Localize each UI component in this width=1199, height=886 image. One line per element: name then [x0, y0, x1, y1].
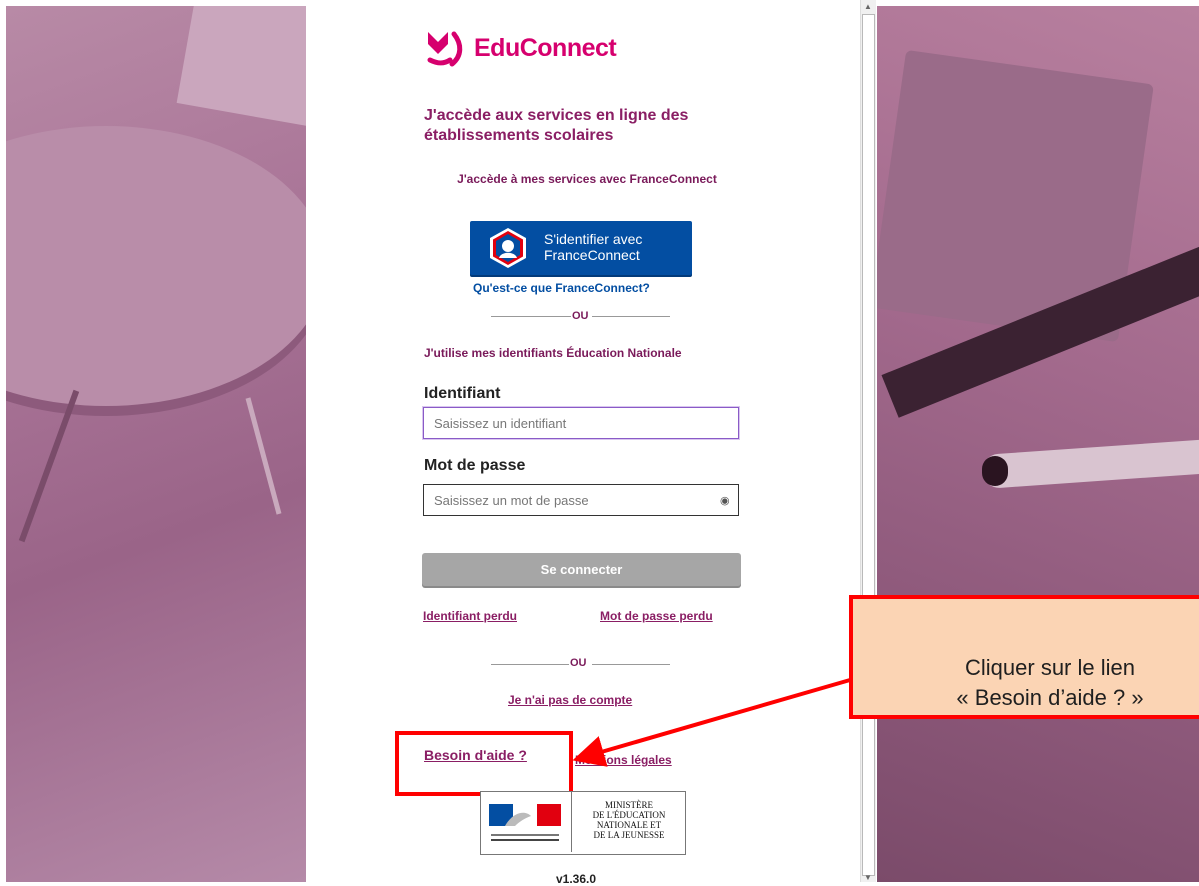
franceconnect-help-link[interactable]: Qu'est-ce que FranceConnect?	[473, 281, 650, 295]
background-table	[6, 126, 306, 406]
ministry-name: MINISTÈRE DE L'ÉDUCATION NATIONALE ET DE…	[573, 800, 685, 840]
callout-arrow-icon	[572, 678, 851, 767]
separator-label: OU	[570, 657, 587, 669]
ministry-line2: DE L'ÉDUCATION	[592, 810, 666, 820]
scrollbar-thumb[interactable]	[862, 14, 875, 876]
show-password-eye-icon[interactable]: ◉	[720, 494, 730, 507]
ministry-line4: DE LA JEUNESSE	[593, 830, 665, 840]
educonnect-logo-icon	[427, 31, 463, 67]
divider	[491, 664, 569, 665]
franceconnect-button[interactable]: S'identifier avec FranceConnect	[470, 221, 692, 275]
franceconnect-intro: J'accède à mes services avec FranceConne…	[457, 172, 717, 186]
ministry-line3: NATIONALE ET	[596, 820, 662, 830]
scrollbar[interactable]: ▲ ▼	[860, 0, 876, 882]
identifiant-input[interactable]	[423, 407, 739, 439]
scroll-down-icon[interactable]: ▼	[864, 873, 872, 882]
lost-password-link[interactable]: Mot de passe perdu	[600, 609, 713, 623]
ministry-line1: MINISTÈRE	[605, 800, 653, 810]
franceconnect-button-line2: FranceConnect	[544, 247, 640, 263]
divider	[592, 664, 670, 665]
ministry-logo-divider	[571, 792, 572, 852]
divider	[592, 316, 670, 317]
background-table-leg	[18, 389, 80, 543]
divider	[491, 316, 571, 317]
franceconnect-button-line1: S'identifier avec	[544, 231, 643, 247]
identifiers-intro: J'utilise mes identifiants Éducation Nat…	[424, 346, 682, 360]
scroll-up-icon[interactable]: ▲	[864, 2, 872, 11]
separator-label: OU	[572, 310, 589, 322]
background-table-leg	[245, 397, 282, 515]
background-pen	[981, 436, 1199, 490]
background-pen-cap	[982, 456, 1008, 486]
brand-name: EduConnect	[474, 34, 617, 62]
version-label: v1.36.0	[556, 872, 597, 886]
background-paper	[176, 6, 306, 128]
instruction-callout-text: Cliquer sur le lien « Besoin d’aide ? »	[880, 653, 1199, 713]
ministry-logo: MINISTÈRE DE L'ÉDUCATION NATIONALE ET DE…	[480, 791, 686, 855]
instruction-callout-line2: « Besoin d’aide ? »	[956, 685, 1144, 710]
background-photo-left	[6, 6, 306, 882]
password-input[interactable]	[423, 484, 739, 516]
page-title: J'accède aux services en ligne des établ…	[424, 107, 689, 144]
franceconnect-button-label: S'identifier avec FranceConnect	[544, 231, 642, 263]
login-button[interactable]: Se connecter	[422, 553, 741, 586]
help-link-highlight-box	[395, 731, 573, 796]
password-label: Mot de passe	[424, 457, 526, 474]
marianne-flag-icon	[489, 804, 561, 841]
franceconnect-logo-icon	[490, 228, 526, 268]
background-photo-right	[877, 6, 1199, 882]
identifiant-label: Identifiant	[424, 385, 501, 402]
lost-identifier-link[interactable]: Identifiant perdu	[423, 609, 517, 623]
instruction-callout-line1: Cliquer sur le lien	[965, 655, 1135, 680]
